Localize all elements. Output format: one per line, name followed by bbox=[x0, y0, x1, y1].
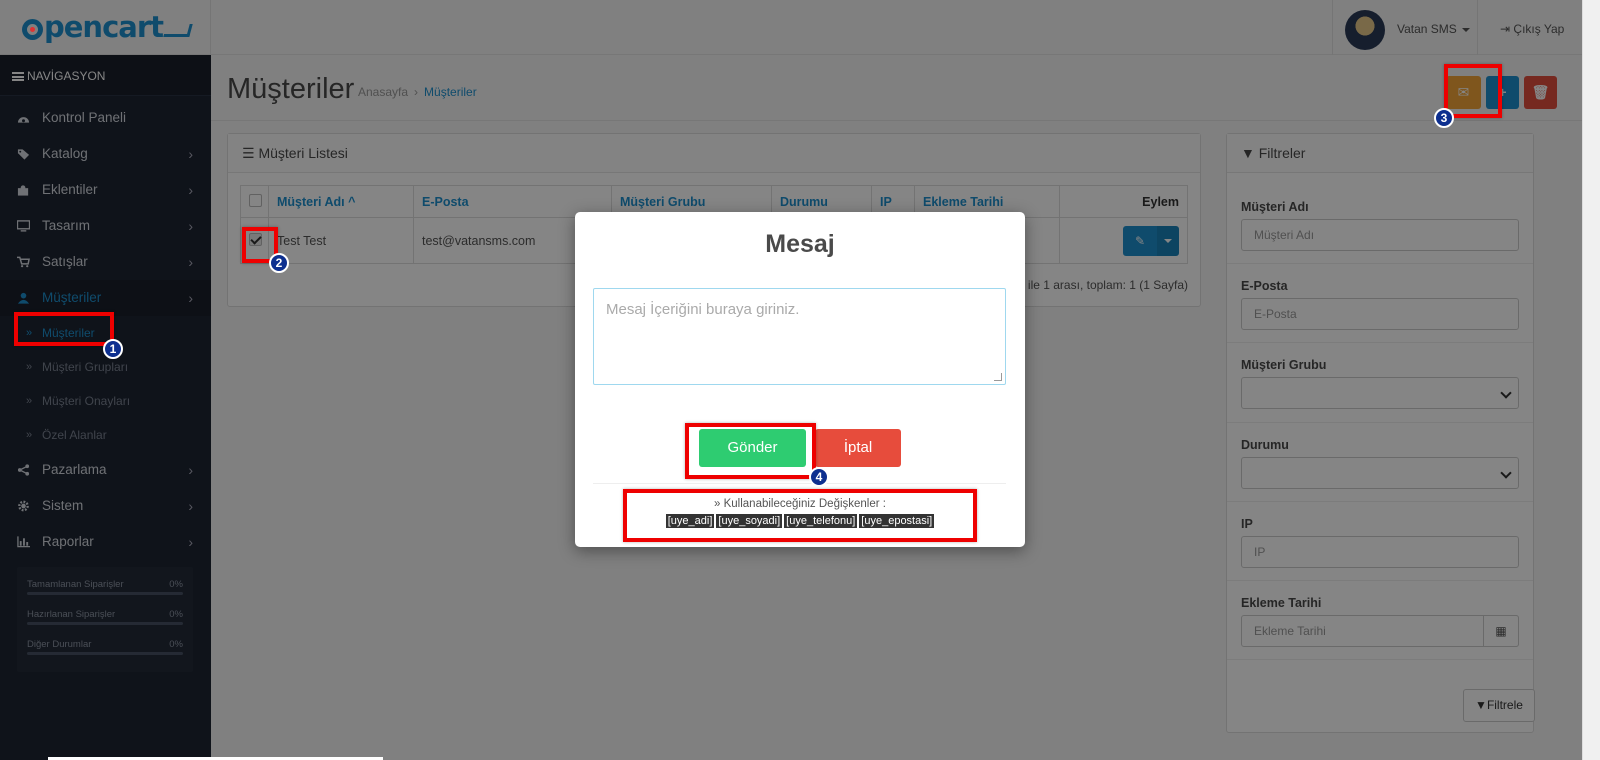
highlight-box bbox=[1444, 64, 1502, 118]
cancel-button[interactable]: İptal bbox=[815, 429, 901, 467]
highlight-box bbox=[14, 312, 114, 346]
modal-title: Mesaj bbox=[765, 230, 835, 258]
message-textarea[interactable]: Mesaj İçeriğini buraya giriniz. bbox=[593, 288, 1006, 385]
step-number: 3 bbox=[1434, 108, 1454, 128]
highlight-box bbox=[685, 423, 816, 479]
step-number: 4 bbox=[809, 467, 829, 487]
window-scrollbar[interactable] bbox=[1582, 0, 1600, 760]
highlight-box bbox=[623, 489, 977, 542]
step-number: 2 bbox=[269, 253, 289, 273]
step-number: 1 bbox=[103, 339, 123, 359]
